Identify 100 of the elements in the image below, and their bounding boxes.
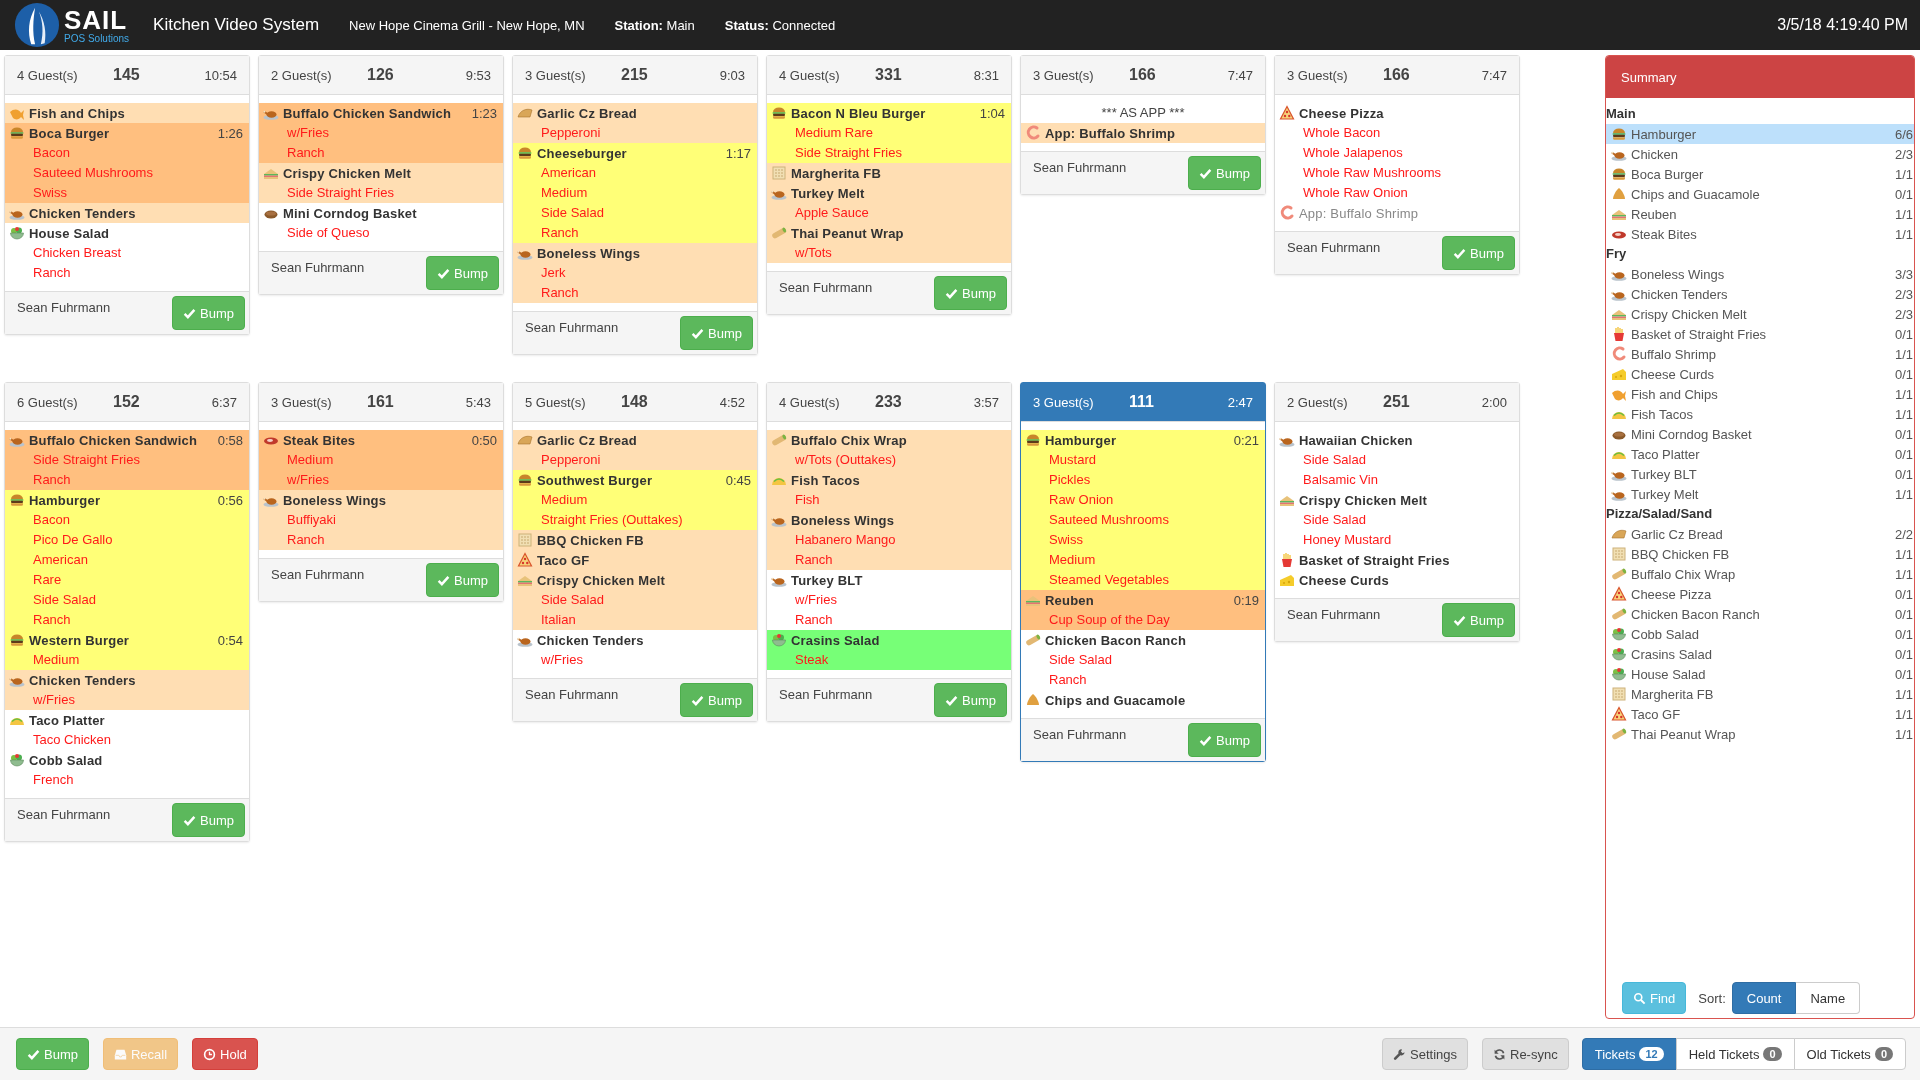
summary-item[interactable]: Reuben 1/1 <box>1606 204 1914 224</box>
modifier-text: Sauteed Mushrooms <box>1048 511 1170 529</box>
summary-item[interactable]: Chicken 2/3 <box>1606 144 1914 164</box>
modifier-text: American <box>32 551 89 569</box>
item-count: 0/1 <box>1894 426 1914 442</box>
item-timer: 1:23 <box>471 105 497 121</box>
item-name: Garlic Cz Bread <box>537 432 637 448</box>
order-ticket[interactable]: 3 Guest(s) 166 7:47 *** AS APP *** App: Buffalo Shrimp Sean Fuhrmann Bump <box>1020 55 1266 195</box>
item-name: Mini Corndog Basket <box>283 205 417 221</box>
modifier-text: Whole Raw Mushrooms <box>1302 164 1442 182</box>
summary-item[interactable]: Hamburger 6/6 <box>1606 124 1914 144</box>
view-tab[interactable]: Tickets 12 <box>1581 1038 1677 1070</box>
modifier-text: Medium <box>32 651 81 669</box>
summary-item[interactable]: Crispy Chicken Melt 2/3 <box>1606 304 1914 324</box>
order-ticket[interactable]: 3 Guest(s) 161 5:43 Steak Bites 0:50 Medium w/Fries Boneless Wings Buffiyaki Ranch Sean Fuhrmann Bump <box>258 382 504 602</box>
item-count: 2/3 <box>1894 286 1914 302</box>
item-name: Boneless Wings <box>283 492 387 508</box>
summary-item-name: Reuben <box>1631 206 1678 222</box>
modifier-text: Medium Rare <box>794 124 875 142</box>
cracker-icon <box>1611 546 1627 562</box>
order-number: 145 <box>113 66 141 84</box>
server-name: Sean Fuhrmann <box>525 319 619 335</box>
item-name: Buffalo Chix Wrap <box>791 432 907 448</box>
modifier-text: Buffiyaki <box>286 511 337 529</box>
summary-item[interactable]: Taco GF 1/1 <box>1606 704 1914 724</box>
burger-icon <box>517 472 533 488</box>
modifier-text: Pico De Gallo <box>32 531 114 549</box>
resync-button[interactable]: Re-sync <box>1482 1038 1569 1070</box>
summary-item[interactable]: Buffalo Shrimp 1/1 <box>1606 344 1914 364</box>
order-ticket[interactable]: 3 Guest(s) 166 7:47 Cheese Pizza Whole Bacon Whole Jalapenos Whole Raw Mushrooms Whole Raw Onion App: Buffalo Shrimp Sean Fuhrmann Bump <box>1274 55 1520 275</box>
check-icon <box>945 286 959 300</box>
item-count: 0/1 <box>1894 586 1914 602</box>
summary-item[interactable]: Crasins Salad 0/1 <box>1606 644 1914 664</box>
summary-item[interactable]: Boca Burger 1/1 <box>1606 164 1914 184</box>
modifier-text: Whole Raw Onion <box>1302 184 1409 202</box>
cracker-icon <box>517 532 533 548</box>
summary-item[interactable]: Turkey Melt 1/1 <box>1606 484 1914 504</box>
item-count: 0/1 <box>1894 666 1914 682</box>
burger-icon <box>9 125 25 141</box>
item-name: Buffalo Chicken Sandwich <box>283 105 452 121</box>
summary-item[interactable]: House Salad 0/1 <box>1606 664 1914 684</box>
check-icon <box>945 693 959 707</box>
summary-item[interactable]: BBQ Chicken FB 1/1 <box>1606 544 1914 564</box>
summary-item[interactable]: Cheese Pizza 0/1 <box>1606 584 1914 604</box>
salad-bowl-icon <box>1611 626 1627 642</box>
summary-item[interactable]: Basket of Straight Fries 0/1 <box>1606 324 1914 344</box>
item-count: 2/2 <box>1894 526 1914 542</box>
hold-button[interactable]: Hold <box>192 1038 258 1070</box>
summary-item[interactable]: Chips and Guacamole 0/1 <box>1606 184 1914 204</box>
modifier-text: Swiss <box>32 184 68 202</box>
summary-item[interactable]: Chicken Tenders 2/3 <box>1606 284 1914 304</box>
cracker-icon <box>771 165 787 181</box>
ticket-timer: 9:03 <box>719 67 745 83</box>
fries-icon <box>1279 552 1295 568</box>
order-ticket[interactable]: 4 Guest(s) 233 3:57 Buffalo Chix Wrap w/Tots (Outtakes) Fish Tacos Fish Boneless Wings Habanero Mango Ranch Turkey BLT w/Fries Ranch Crasins Salad Steak Sean Fuhrmann Bump <box>766 382 1012 722</box>
summary-item-name: Cheese Pizza <box>1631 586 1713 602</box>
cheese-icon <box>1611 366 1627 382</box>
view-tab[interactable]: Old Tickets 0 <box>1793 1038 1906 1070</box>
summary-item[interactable]: Boneless Wings 3/3 <box>1606 264 1914 284</box>
order-ticket[interactable]: 4 Guest(s) 331 8:31 Bacon N Bleu Burger 1:04 Medium Rare Side Straight Fries Margherita FB Turkey Melt Apple Sauce Thai Peanut Wrap w/Tots Sean Fuhrmann Bump <box>766 55 1012 315</box>
check-icon <box>1453 246 1467 260</box>
item-name: Buffalo Chicken Sandwich <box>29 432 198 448</box>
item-count: 1/1 <box>1894 566 1914 582</box>
summary-item[interactable]: Taco Platter 0/1 <box>1606 444 1914 464</box>
summary-item[interactable]: Margherita FB 1/1 <box>1606 684 1914 704</box>
server-name: Sean Fuhrmann <box>1287 239 1381 255</box>
summary-item-name: Hamburger <box>1631 126 1698 142</box>
sort-option[interactable]: Count <box>1731 982 1797 1014</box>
summary-item[interactable]: Fish Tacos 1/1 <box>1606 404 1914 424</box>
inbox-icon <box>113 1047 127 1061</box>
server-name: Sean Fuhrmann <box>271 259 365 275</box>
item-count: 6/6 <box>1894 126 1914 142</box>
order-ticket[interactable]: 4 Guest(s) 145 10:54 Fish and Chips Boca Burger 1:26 Bacon Sauteed Mushrooms Swiss Chicken Tenders House Salad Chicken Breast Ranch Sean Fuhrmann Bump <box>4 55 250 335</box>
summary-item[interactable]: Fish and Chips 1/1 <box>1606 384 1914 404</box>
ticket-timer: 4:52 <box>719 394 745 410</box>
order-ticket[interactable] <box>1020 382 1266 762</box>
summary-item[interactable]: Buffalo Chix Wrap 1/1 <box>1606 564 1914 584</box>
settings-button[interactable]: Settings <box>1382 1038 1468 1070</box>
view-tab[interactable]: Held Tickets 0 <box>1675 1038 1795 1070</box>
modifier-text: w/Tots <box>794 244 833 262</box>
burger-icon <box>1025 432 1041 448</box>
item-name: Reuben <box>1045 592 1094 608</box>
modifier-text: Bacon <box>32 511 71 529</box>
summary-item[interactable]: Turkey BLT 0/1 <box>1606 464 1914 484</box>
modifier-text: Balsamic Vin <box>1302 471 1379 489</box>
order-ticket[interactable]: 3 Guest(s) 215 9:03 Garlic Cz Bread Pepperoni Cheeseburger 1:17 American Medium Side Salad Ranch Boneless Wings Jerk Ranch Sean Fuhrmann Bump <box>512 55 758 355</box>
order-number: 111 <box>1129 393 1155 411</box>
guest-count: 2 Guest(s) <box>1287 394 1349 410</box>
sort-option[interactable]: Name <box>1796 982 1861 1014</box>
item-timer: 0:19 <box>1233 592 1259 608</box>
summary-item[interactable]: Steak Bites 1/1 <box>1606 224 1914 244</box>
order-ticket[interactable]: 2 Guest(s) 251 2:00 Hawaiian Chicken Side Salad Balsamic Vin Crispy Chicken Melt Side Salad Honey Mustard Basket of Straight Fries Cheese Curds Sean Fuhrmann Bump <box>1274 382 1520 642</box>
summary-item[interactable]: Cheese Curds 0/1 <box>1606 364 1914 384</box>
summary-item[interactable]: Thai Peanut Wrap 1/1 <box>1606 724 1914 744</box>
summary-header: Summary <box>1606 56 1914 98</box>
summary-item[interactable]: Cobb Salad 0/1 <box>1606 624 1914 644</box>
order-ticket[interactable]: 2 Guest(s) 126 9:53 Buffalo Chicken Sandwich 1:23 w/Fries Ranch Crispy Chicken Melt Side Straight Fries Mini Corndog Basket Side of Queso Sean Fuhrmann Bump <box>258 55 504 295</box>
summary-item[interactable]: Mini Corndog Basket 0/1 <box>1606 424 1914 444</box>
summary-item[interactable]: Chicken Bacon Ranch 0/1 <box>1606 604 1914 624</box>
summary-item[interactable]: Garlic Cz Bread 2/2 <box>1606 524 1914 544</box>
